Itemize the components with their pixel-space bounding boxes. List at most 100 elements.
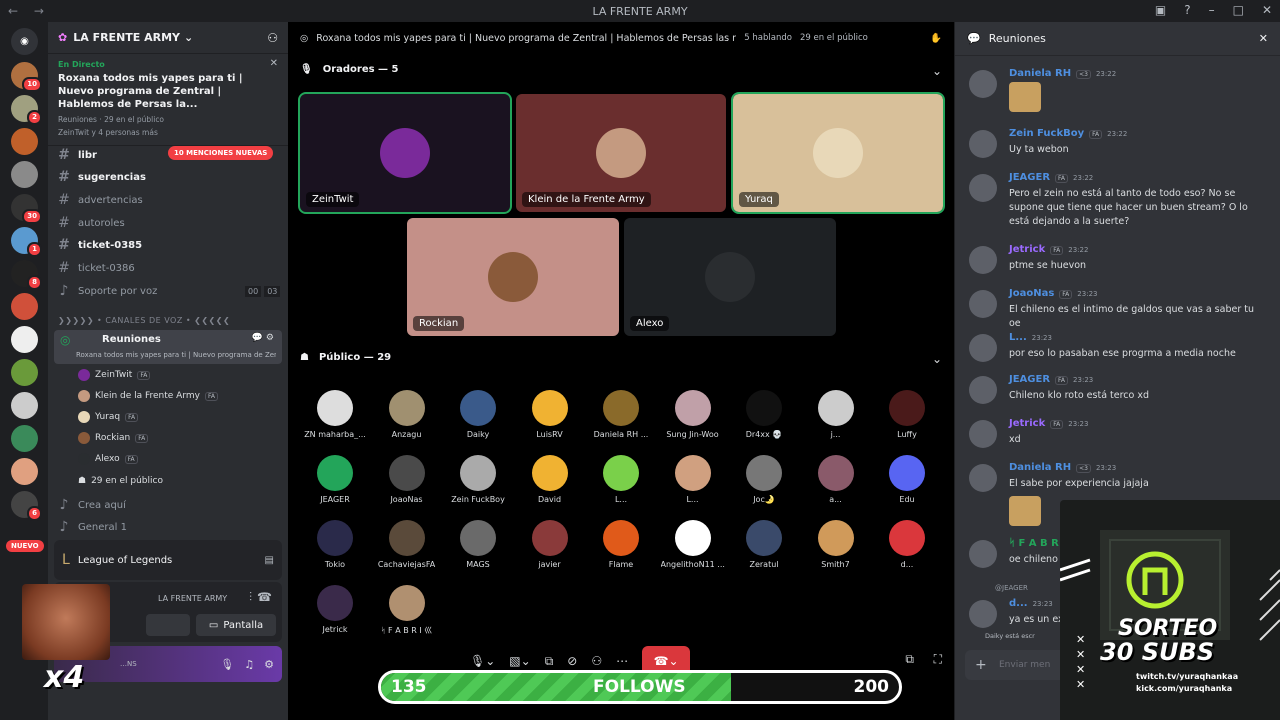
video-button[interactable]: [146, 614, 190, 636]
speaker-tile[interactable]: Klein de la Frente Army: [516, 94, 726, 212]
invite-icon[interactable]: ⚇: [267, 31, 278, 45]
mic-toggle-icon[interactable]: 🎙⌄: [470, 654, 495, 668]
chevron-down-icon[interactable]: ⌄: [932, 352, 942, 366]
audience-member[interactable]: L...: [589, 455, 653, 504]
audience-member[interactable]: ᛋ F A B R I 巛: [375, 585, 439, 636]
audience-member[interactable]: Anzagu: [375, 390, 439, 439]
audience-member[interactable]: a...: [804, 455, 868, 504]
server-icon[interactable]: 10: [11, 62, 42, 92]
audience-member[interactable]: L...: [661, 455, 725, 504]
headset-icon[interactable]: ♫: [244, 658, 254, 671]
audience-line[interactable]: ☗ 29 en el público: [78, 472, 163, 490]
server-icon[interactable]: 2: [11, 95, 42, 125]
inbox-icon[interactable]: ▣: [1155, 3, 1166, 17]
speaker-tile[interactable]: ZeinTwit: [298, 92, 512, 214]
voice-category[interactable]: ❯❯❯❯❯ • CANALES DE VOZ • ❮❮❮❮❮: [58, 316, 230, 325]
live-stage-card[interactable]: En Directo ✕ Roxana todos mis yapes para…: [48, 54, 288, 146]
audience-member[interactable]: ZN maharba_...: [303, 390, 367, 439]
voice-user[interactable]: Alexo FA: [78, 450, 138, 468]
audience-member[interactable]: Joc🌛: [732, 455, 796, 504]
audience-member[interactable]: Smith7: [804, 520, 868, 569]
mute-request-icon[interactable]: ⊘: [567, 654, 577, 668]
server-icon[interactable]: [11, 161, 38, 188]
audience-member[interactable]: Daniela RH ...: [589, 390, 653, 439]
voice-user[interactable]: Yuraq FA: [78, 408, 139, 426]
audience-member[interactable]: LuisRV: [518, 390, 582, 439]
voice-user[interactable]: Rockian FA: [78, 429, 149, 447]
message-image[interactable]: [1009, 82, 1041, 112]
maximize-icon[interactable]: □: [1233, 3, 1244, 17]
speaker-tile[interactable]: Yuraq: [731, 92, 945, 214]
audience-member[interactable]: Zein FuckBoy: [446, 455, 510, 504]
activity-card[interactable]: Ⅼ League of Legends ▤: [54, 540, 282, 580]
channel-libr[interactable]: # libr: [58, 146, 97, 164]
channel-Soporte por voz[interactable]: ♪ Soporte por voz 00 03: [58, 282, 281, 300]
server-icon[interactable]: 30: [11, 194, 42, 224]
guild-header[interactable]: ✿ LA FRENTE ARMY ⌄ ⚇: [48, 22, 288, 54]
channel-ticket-0386[interactable]: # ticket-0386: [58, 259, 135, 277]
share-screen-icon[interactable]: ⧉: [545, 654, 554, 669]
channel-autoroles[interactable]: # autoroles: [58, 214, 125, 232]
voice-channel-general[interactable]: ♪ General 1: [58, 518, 127, 536]
fullscreen-icon[interactable]: ⛶: [934, 652, 942, 667]
audience-member[interactable]: Flame: [589, 520, 653, 569]
server-icon[interactable]: [11, 392, 38, 419]
speaker-tile[interactable]: Alexo: [624, 218, 836, 336]
nav-arrows[interactable]: ← →: [8, 4, 50, 18]
server-icon[interactable]: [11, 128, 38, 155]
voice-user[interactable]: Klein de la Frente Army FA: [78, 387, 218, 405]
audience-member[interactable]: Jetrick: [303, 585, 367, 634]
camera-off-icon[interactable]: ▧⌄: [509, 654, 530, 668]
channel-ticket-0385[interactable]: # ticket-0385: [58, 236, 142, 254]
invite-icon[interactable]: ⚇: [591, 654, 602, 668]
audience-member[interactable]: Edu: [875, 455, 939, 504]
audience-member[interactable]: javier: [518, 520, 582, 569]
channel-advertencias[interactable]: # advertencias: [58, 191, 143, 209]
raise-hand-icon[interactable]: ✋: [930, 33, 942, 44]
audience-member[interactable]: MAGS: [446, 520, 510, 569]
voice-channel-crea[interactable]: ♪ Crea aquí: [58, 496, 126, 514]
audience-member[interactable]: CachaviejasFA: [375, 520, 439, 569]
server-icon[interactable]: 1: [11, 227, 42, 257]
audience-member[interactable]: Sung Jin-Woo: [661, 390, 725, 439]
audience-member[interactable]: JEAGER: [303, 455, 367, 504]
settings-icon[interactable]: ⚙: [264, 658, 274, 671]
server-icon[interactable]: [11, 359, 38, 386]
audience-member[interactable]: JoaoNas: [375, 455, 439, 504]
minimize-icon[interactable]: –: [1209, 3, 1215, 17]
audience-member[interactable]: Tokio: [303, 520, 367, 569]
disconnect-icon[interactable]: ☎: [257, 590, 272, 604]
speakers-section-header[interactable]: 🎙 Oradores — 5: [300, 64, 399, 75]
server-icon[interactable]: [11, 425, 38, 452]
message-image[interactable]: [1009, 496, 1041, 526]
close-icon[interactable]: ✕: [270, 58, 278, 69]
server-icon[interactable]: [11, 458, 38, 485]
soundboard-icon[interactable]: ⫶: [249, 590, 252, 605]
server-icon[interactable]: 6: [11, 491, 42, 521]
speaker-tile[interactable]: Rockian: [407, 218, 619, 336]
audience-member[interactable]: j...: [804, 390, 868, 439]
mentions-badge[interactable]: 10 MENCIONES NUEVAS: [168, 146, 274, 160]
screen-share-button[interactable]: ▭ Pantalla: [196, 614, 276, 636]
audience-member[interactable]: Zeratul: [732, 520, 796, 569]
public-section-header[interactable]: ☗ Público — 29: [300, 352, 391, 363]
stage-actions[interactable]: 💬 ⚙: [252, 333, 274, 343]
audience-member[interactable]: Luffy: [875, 390, 939, 439]
add-icon[interactable]: +: [975, 657, 987, 673]
server-icon[interactable]: 8: [11, 260, 42, 290]
audience-member[interactable]: Dr4xx 💀: [732, 390, 796, 439]
server-icon[interactable]: [11, 326, 38, 353]
channel-sugerencias[interactable]: # sugerencias: [58, 168, 146, 186]
chevron-down-icon[interactable]: ⌄: [932, 64, 942, 78]
more-icon[interactable]: ⋯: [616, 654, 628, 668]
stage-channel-reuniones[interactable]: ◎ Reuniones 💬 ⚙ Roxana todos mis yapes p…: [54, 330, 282, 364]
close-icon[interactable]: ✕: [1262, 3, 1272, 17]
help-icon[interactable]: ?: [1184, 3, 1190, 17]
mic-icon[interactable]: 🎙: [220, 658, 234, 671]
audience-member[interactable]: Daiky: [446, 390, 510, 439]
close-icon[interactable]: ✕: [1259, 32, 1268, 45]
server-icon[interactable]: [11, 293, 38, 320]
audience-member[interactable]: AngelithoN11 ...: [661, 520, 725, 569]
popout-icon[interactable]: ⧉: [905, 652, 914, 667]
voice-user[interactable]: ZeinTwit FA: [78, 366, 151, 384]
